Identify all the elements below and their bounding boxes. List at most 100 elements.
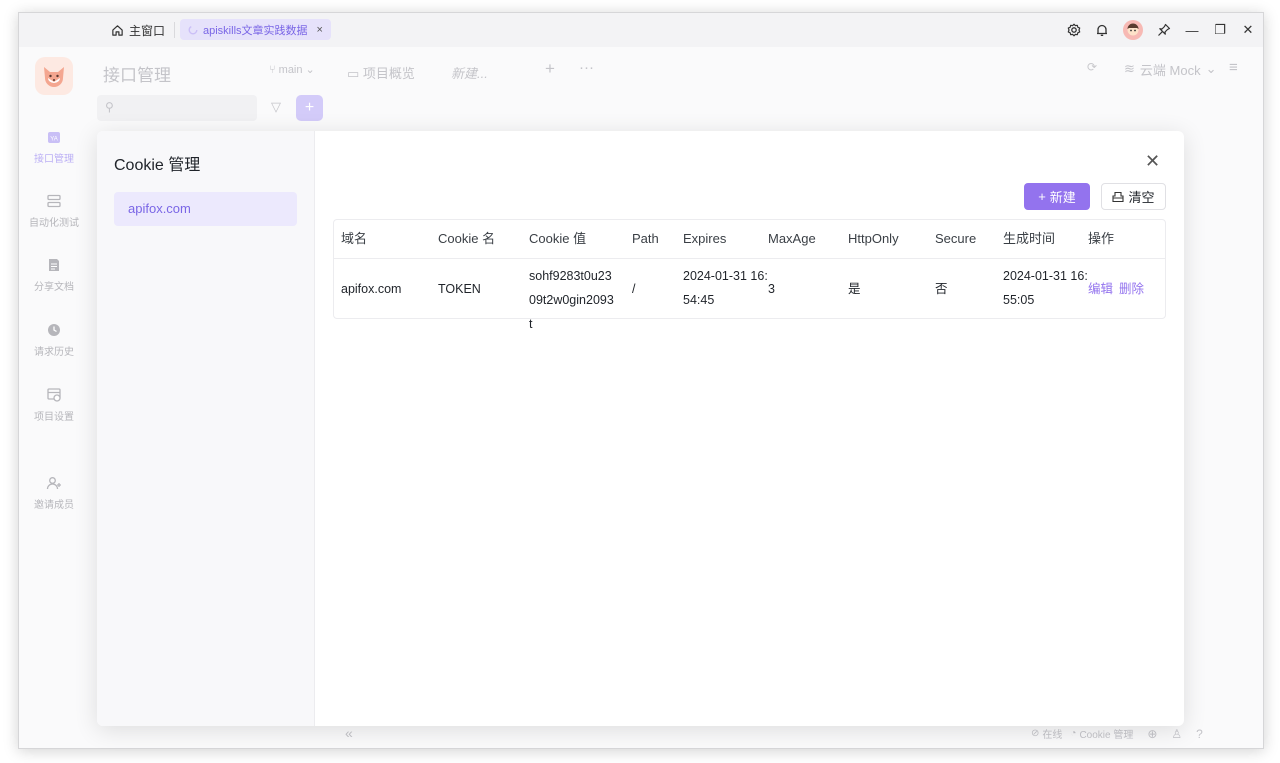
more-icon[interactable]: ···: [579, 59, 594, 76]
clear-button[interactable]: 清空: [1101, 183, 1166, 210]
chevron-down-icon: ⌄: [302, 64, 315, 76]
gear-icon[interactable]: [1067, 23, 1081, 37]
nav-automation[interactable]: 自动化测试: [19, 193, 89, 229]
cell-actions: 编辑 删除: [1088, 258, 1150, 319]
cell-httponly: 是: [848, 281, 861, 296]
upload-icon[interactable]: ⊕: [1147, 727, 1157, 741]
col-cookie-name: Cookie 名: [438, 231, 496, 246]
title-bar: 主窗口 apiskills文章实践数据 × — ❐ ✕: [19, 13, 1263, 47]
nav-label: 请求历史: [34, 347, 74, 358]
overview-label: 项目概览: [362, 66, 415, 81]
minimize-icon[interactable]: —: [1185, 23, 1199, 38]
tab-new[interactable]: 新建...: [451, 63, 488, 82]
new-cookie-button[interactable]: + 新建: [1024, 183, 1090, 210]
fox-logo-icon: [44, 67, 64, 87]
refresh-icon[interactable]: ⟳: [1087, 60, 1097, 74]
left-nav: YA 接口管理 自动化测试 分享文档 请求历史 项目设置 邀请成员: [19, 47, 89, 748]
modal-sidebar: Cookie 管理 apifox.com: [97, 131, 315, 726]
add-tab-icon[interactable]: +: [545, 59, 555, 79]
nav-label: 邀请成员: [34, 500, 74, 511]
settings-icon: [47, 388, 61, 402]
online-icon: ⊘: [1031, 728, 1040, 739]
svg-text:YA: YA: [50, 137, 58, 143]
shirt-icon[interactable]: ♙: [1171, 727, 1182, 741]
nav-share-doc[interactable]: 分享文档: [19, 257, 89, 293]
branch-label: main: [278, 64, 303, 76]
nav-label: 接口管理: [34, 154, 74, 165]
home-tab[interactable]: 主窗口: [111, 21, 165, 39]
col-path: Path: [632, 231, 659, 246]
status-online[interactable]: ⊘ 在线: [1031, 726, 1062, 741]
edit-link[interactable]: 编辑: [1088, 277, 1113, 301]
cell-domain: apifox.com: [341, 281, 402, 296]
avatar-face-icon: [1127, 23, 1139, 36]
delete-link[interactable]: 删除: [1119, 277, 1144, 301]
home-tab-label: 主窗口: [129, 23, 166, 38]
restore-icon[interactable]: ❐: [1213, 22, 1227, 38]
status-cookie[interactable]: ◔ Cookie 管理: [1070, 726, 1133, 741]
cell-created: 2024-01-31 16:55:05: [1003, 269, 1088, 307]
page-title: 接口管理: [103, 66, 171, 85]
tab-overview[interactable]: ▭ 项目概览: [347, 63, 415, 82]
project-tab[interactable]: apiskills文章实践数据 ×: [180, 19, 331, 40]
add-button[interactable]: +: [296, 95, 323, 121]
cell-value: sohf9283t0u2309t2w0gin2093t: [529, 269, 614, 331]
nav-api-management[interactable]: YA 接口管理: [19, 129, 89, 165]
domain-item[interactable]: apifox.com: [114, 192, 297, 226]
close-window-icon[interactable]: ✕: [1241, 22, 1255, 38]
cell-secure: 否: [935, 281, 948, 296]
collapse-icon[interactable]: «: [345, 725, 353, 741]
automation-icon: [47, 194, 61, 208]
clear-icon: [1112, 191, 1125, 202]
cookie-icon: ◔: [1070, 728, 1077, 739]
mock-icon: ≋: [1124, 61, 1135, 76]
cell-name: TOKEN: [438, 281, 481, 296]
pin-icon[interactable]: [1157, 23, 1171, 37]
project-tab-label: apiskills文章实践数据: [203, 24, 308, 37]
bell-icon[interactable]: [1095, 23, 1109, 37]
user-avatar[interactable]: [1123, 20, 1143, 40]
col-created: 生成时间: [1003, 231, 1056, 246]
filter-icon[interactable]: ▽: [271, 99, 281, 115]
nav-label: 分享文档: [34, 282, 74, 293]
home-icon: [112, 24, 123, 36]
nav-label: 项目设置: [34, 412, 74, 423]
nav-invite[interactable]: 邀请成员: [19, 475, 89, 511]
mock-selector[interactable]: ≋ 云端 Mock ⌄: [1124, 59, 1216, 79]
branch-icon: ⑂: [269, 64, 279, 76]
overview-icon: ▭: [347, 66, 363, 81]
menu-icon[interactable]: ≡: [1229, 59, 1238, 76]
tab-close-icon[interactable]: ×: [317, 24, 323, 36]
app-logo[interactable]: [35, 57, 73, 95]
col-maxage: MaxAge: [768, 231, 816, 246]
nav-settings[interactable]: 项目设置: [19, 387, 89, 423]
online-label: 在线: [1042, 730, 1063, 741]
col-actions: 操作: [1088, 231, 1115, 246]
search-input[interactable]: ⚲: [97, 95, 257, 121]
col-cookie-value: Cookie 值: [529, 231, 587, 246]
api-icon: YA: [48, 132, 60, 143]
history-icon: [48, 324, 60, 336]
cell-expires: 2024-01-31 16:54:45: [683, 269, 768, 307]
col-secure: Secure: [935, 231, 977, 246]
search-icon: ⚲: [105, 100, 114, 114]
cell-maxage: 3: [768, 281, 775, 296]
cookie-label: Cookie 管理: [1079, 730, 1134, 741]
chevron-down-icon: ⌄: [1205, 61, 1217, 76]
help-icon[interactable]: ?: [1196, 727, 1203, 741]
cell-path: /: [632, 281, 636, 296]
col-domain: 域名: [341, 231, 368, 246]
nav-history[interactable]: 请求历史: [19, 322, 89, 358]
new-button-label: 新建: [1049, 190, 1076, 205]
modal-title: Cookie 管理: [114, 157, 201, 174]
close-icon[interactable]: ✕: [1145, 151, 1160, 172]
status-bar: ⊘ 在线 ◔ Cookie 管理 ⊕ ♙ ?: [1031, 726, 1203, 742]
col-expires: Expires: [683, 231, 727, 246]
cookie-table: 域名 Cookie 名 Cookie 值 Path Expires MaxAge…: [333, 219, 1166, 331]
mock-label: 云端 Mock: [1139, 62, 1201, 78]
tab-divider: [174, 22, 175, 38]
cookie-modal: Cookie 管理 apifox.com ✕ + 新建 清空 域名 Cookie…: [97, 131, 1184, 726]
col-httponly: HttpOnly: [848, 231, 899, 246]
nav-label: 自动化测试: [29, 218, 79, 229]
branch-selector[interactable]: ⑂ main ⌄: [269, 63, 315, 76]
